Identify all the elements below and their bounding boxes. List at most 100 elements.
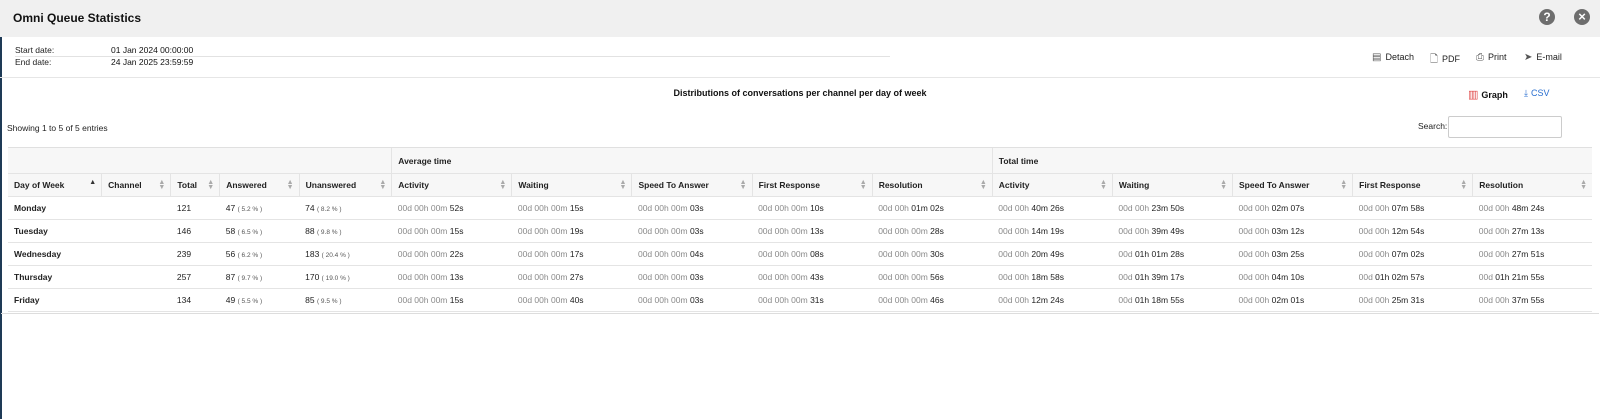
cell-avg-waiting: 00d 00h 00m 40s: [511, 288, 632, 312]
col-avg-speed-to-answer[interactable]: Speed To Answer ▲ ▼: [631, 173, 753, 197]
unanswered-percent: ( 9.5 % ): [316, 298, 342, 305]
col-answered[interactable]: Answered ▲ ▼: [219, 173, 300, 197]
table-row: Thursday 257 87 ( 9.7 % ) 170 ( 19.0 % ) 00d…: [8, 265, 1592, 289]
cell-tot-resolution: 00d 00h 27m 13s: [1472, 219, 1592, 243]
print-icon: ⎙: [1476, 52, 1484, 63]
sort-icon: ▲ ▼: [1460, 179, 1468, 191]
col-avg-activity[interactable]: Activity ▲ ▼: [391, 173, 512, 197]
col-total-speed-to-answer[interactable]: Speed To Answer ▲ ▼: [1232, 173, 1353, 197]
cell-avg-first: 00d 00h 00m 43s: [752, 265, 873, 289]
table-row: Tuesday 146 58 ( 6.5 % ) 88 ( 9.8 % ) 00d 00…: [8, 219, 1592, 243]
sort-icon: ▲ ▼: [1340, 179, 1348, 191]
cell-total: 239: [170, 242, 220, 266]
cell-tot-speed: 00d 00h 04m 10s: [1232, 265, 1353, 289]
sort-icon: ▲ ▼: [499, 179, 507, 191]
cell-unanswered: 183 ( 20.4 % ): [299, 242, 392, 266]
cell-avg-first: 00d 00h 00m 13s: [752, 219, 873, 243]
col-avg-resolution[interactable]: Resolution ▲ ▼: [871, 173, 993, 197]
cell-day: Tuesday: [8, 219, 102, 243]
cell-avg-first: 00d 00h 00m 31s: [752, 288, 873, 312]
table-row: Monday 121 47 ( 5.2 % ) 74 ( 8.2 % ) 00d 00h…: [8, 196, 1592, 220]
answered-percent: ( 6.2 % ): [237, 252, 263, 259]
print-button[interactable]: ⎙ Print: [1476, 52, 1507, 63]
search-input[interactable]: [1448, 116, 1562, 138]
sort-icon: ▲ ▼: [1580, 179, 1587, 191]
cell-avg-first: 00d 00h 00m 08s: [752, 242, 873, 266]
col-total-activity[interactable]: Activity ▲ ▼: [991, 173, 1113, 197]
entries-info: Showing 1 to 5 of 5 entries: [7, 123, 108, 133]
cell-day: Monday: [8, 196, 102, 220]
col-avg-first-response[interactable]: First Response ▲ ▼: [751, 173, 873, 197]
cell-avg-speed: 00d 00h 00m 04s: [631, 242, 753, 266]
cell-avg-speed: 00d 00h 00m 03s: [631, 196, 753, 220]
unanswered-percent: ( 20.4 % ): [321, 252, 350, 259]
email-button[interactable]: ➤ E-mail: [1524, 52, 1562, 63]
cell-avg-resolution: 00d 00h 00m 56s: [872, 265, 993, 289]
col-total-resolution[interactable]: Resolution ▲ ▼: [1472, 173, 1592, 197]
cell-avg-waiting: 00d 00h 00m 27s: [511, 265, 632, 289]
col-channel[interactable]: Channel ▲ ▼: [101, 173, 171, 197]
cell-tot-resolution: 00d 00h 37m 55s: [1472, 288, 1592, 312]
col-avg-waiting[interactable]: Waiting ▲ ▼: [511, 173, 632, 197]
cell-unanswered: 85 ( 9.5 % ): [299, 288, 392, 312]
cell-unanswered: 170 ( 19.0 % ): [299, 265, 392, 289]
sort-icon: ▲ ▼: [619, 179, 627, 191]
sort-icon: ▲ ▼: [979, 179, 987, 191]
close-icon[interactable]: ×: [1574, 9, 1590, 25]
cell-tot-activity: 00d 00h 18m 58s: [992, 265, 1113, 289]
cell-tot-first: 00d 00h 07m 58s: [1352, 196, 1473, 220]
cell-avg-resolution: 00d 00h 00m 46s: [872, 288, 993, 312]
report-title: Distributions of conversations per chann…: [673, 88, 927, 98]
table-row: Friday 134 49 ( 5.5 % ) 85 ( 9.5 % ) 00d 00h…: [8, 288, 1592, 312]
cell-tot-speed: 00d 00h 03m 12s: [1232, 219, 1353, 243]
detach-button[interactable]: ▤ Detach: [1372, 52, 1414, 63]
stats-table: Average time Total time Day of Week ▲ Cha…: [8, 147, 1592, 312]
cell-answered: 47 ( 5.2 % ): [219, 196, 300, 220]
answered-percent: ( 5.5 % ): [237, 298, 263, 305]
col-total[interactable]: Total ▲ ▼: [170, 173, 220, 197]
col-unanswered[interactable]: Unanswered ▲ ▼: [298, 173, 392, 197]
group-header-average: Average time: [391, 147, 993, 174]
sort-icon: ▲ ▼: [1099, 179, 1107, 191]
cell-tot-first: 00d 01h 02m 57s: [1352, 265, 1473, 289]
graph-button[interactable]: ▥ Graph: [1468, 88, 1508, 101]
group-header-blank: [8, 147, 392, 174]
cell-total: 134: [170, 288, 220, 312]
help-icon[interactable]: ?: [1539, 9, 1555, 25]
sort-icon: ▲ ▼: [379, 179, 387, 191]
unanswered-percent: ( 19.0 % ): [321, 275, 350, 282]
col-total-waiting[interactable]: Waiting ▲ ▼: [1111, 173, 1233, 197]
pdf-icon: 🗋: [1430, 54, 1439, 65]
cell-tot-activity: 00d 00h 12m 24s: [992, 288, 1113, 312]
search-label: Search:: [1418, 121, 1448, 131]
col-total-first-response[interactable]: First Response ▲ ▼: [1352, 173, 1473, 197]
cell-total: 146: [170, 219, 220, 243]
cell-tot-activity: 00d 00h 20m 49s: [992, 242, 1113, 266]
cell-day: Thursday: [8, 265, 102, 289]
cell-day: Friday: [8, 288, 102, 312]
cell-tot-first: 00d 00h 25m 31s: [1352, 288, 1473, 312]
cell-tot-waiting: 00d 01h 39m 17s: [1112, 265, 1233, 289]
end-date-label: End date:: [15, 57, 52, 67]
cell-avg-speed: 00d 00h 00m 03s: [631, 288, 753, 312]
detach-icon: ▤: [1372, 52, 1382, 63]
cell-tot-waiting: 00d 00h 39m 49s: [1112, 219, 1233, 243]
sort-icon: ▲ ▼: [739, 179, 747, 191]
csv-button[interactable]: ⤓ CSV: [1524, 88, 1550, 99]
cell-total: 121: [170, 196, 220, 220]
cell-avg-waiting: 00d 00h 00m 19s: [511, 219, 632, 243]
pdf-button[interactable]: 🗋 PDF: [1430, 52, 1460, 69]
start-date-row: Start date: 01 Jan 2024 00:00:00: [15, 45, 890, 56]
sort-icon: ▲ ▼: [859, 179, 867, 191]
col-day-of-week[interactable]: Day of Week ▲: [8, 173, 102, 197]
cell-channel: [101, 242, 171, 266]
cell-tot-activity: 00d 00h 14m 19s: [992, 219, 1113, 243]
cell-tot-speed: 00d 00h 02m 07s: [1232, 196, 1353, 220]
answered-percent: ( 9.7 % ): [237, 275, 263, 282]
answered-percent: ( 6.5 % ): [237, 229, 263, 236]
cell-answered: 49 ( 5.5 % ): [219, 288, 300, 312]
cell-avg-resolution: 00d 00h 00m 30s: [872, 242, 993, 266]
table-group-header: Average time Total time: [8, 147, 1592, 174]
cell-tot-resolution: 00d 00h 27m 51s: [1472, 242, 1592, 266]
cell-answered: 87 ( 9.7 % ): [219, 265, 300, 289]
